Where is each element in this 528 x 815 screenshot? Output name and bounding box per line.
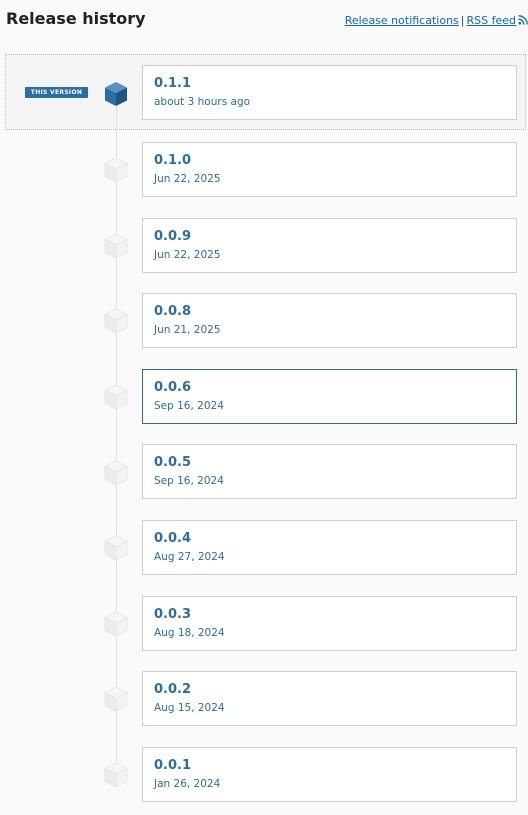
page-title: Release history (6, 9, 146, 28)
release-history-panel: Release history Release notifications | RS… (0, 0, 528, 815)
release-cube-icon (104, 686, 128, 712)
release-card[interactable]: 0.0.3 Aug 18, 2024 (142, 596, 517, 651)
timeline-line (116, 103, 117, 779)
release-cube-icon (104, 460, 128, 486)
header-links: Release notifications | RSS feed (345, 14, 528, 27)
rss-feed-label: RSS feed (466, 14, 517, 27)
release-date: Jun 21, 2025 (154, 324, 221, 336)
link-separator: | (460, 14, 465, 27)
release-date: Sep 16, 2024 (154, 400, 224, 412)
release-cube-icon (104, 535, 128, 561)
release-date: Sep 16, 2024 (154, 475, 224, 487)
release-card[interactable]: 0.1.0 Jun 22, 2025 (142, 142, 517, 197)
release-cube-icon (104, 233, 128, 259)
release-notifications-link[interactable]: Release notifications (345, 14, 459, 27)
release-cube-icon (104, 157, 128, 183)
release-date: Jun 22, 2025 (154, 173, 221, 185)
release-cube-icon (104, 308, 128, 334)
release-card[interactable]: 0.1.1 about 3 hours ago (142, 65, 517, 120)
release-date: Jun 22, 2025 (154, 249, 221, 261)
release-card[interactable]: 0.0.1 Jan 26, 2024 (142, 747, 517, 802)
rss-icon (518, 15, 528, 25)
release-version: 0.0.8 (154, 304, 192, 319)
release-version: 0.1.0 (154, 153, 192, 168)
release-version: 0.1.1 (154, 76, 192, 91)
release-version: 0.0.9 (154, 229, 192, 244)
release-card[interactable]: 0.0.6 Sep 16, 2024 (142, 369, 517, 424)
release-version: 0.0.2 (154, 682, 192, 697)
release-version: 0.0.1 (154, 758, 192, 773)
release-card[interactable]: 0.0.8 Jun 21, 2025 (142, 293, 517, 348)
release-card[interactable]: 0.0.2 Aug 15, 2024 (142, 671, 517, 726)
release-version: 0.0.4 (154, 531, 192, 546)
release-date: Aug 15, 2024 (154, 702, 225, 714)
release-card[interactable]: 0.0.4 Aug 27, 2024 (142, 520, 517, 575)
release-date: about 3 hours ago (154, 96, 251, 108)
current-release-cube-icon (105, 82, 127, 106)
release-date: Aug 27, 2024 (154, 551, 225, 563)
release-card[interactable]: 0.0.9 Jun 22, 2025 (142, 218, 517, 273)
release-version: 0.0.6 (154, 380, 192, 395)
release-date: Jan 26, 2024 (154, 778, 221, 790)
release-date: Aug 18, 2024 (154, 627, 225, 639)
rss-feed-link[interactable]: RSS feed (467, 14, 528, 27)
release-version: 0.0.5 (154, 455, 192, 470)
release-version: 0.0.3 (154, 607, 192, 622)
release-cube-icon (104, 384, 128, 410)
release-cube-icon (104, 611, 128, 637)
release-cube-icon (104, 762, 128, 788)
this-version-badge: THIS VERSION (25, 87, 88, 98)
release-card[interactable]: 0.0.5 Sep 16, 2024 (142, 444, 517, 499)
